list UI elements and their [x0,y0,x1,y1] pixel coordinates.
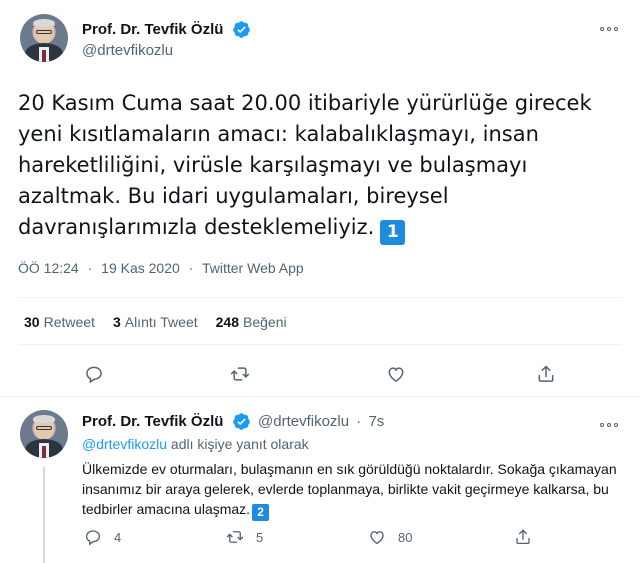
reply-button[interactable] [84,364,104,384]
reply-author-handle[interactable]: @drtevfikozlu · 7s [258,413,384,430]
divider [18,344,622,345]
share-icon [516,529,530,545]
reply-retweet-button[interactable]: 5 [226,528,263,546]
quote-label: Alıntı Tweet [124,314,198,330]
verified-badge-icon [233,413,250,430]
reply-author-avatar[interactable] [20,410,68,458]
reply-reply-button[interactable]: 4 [84,528,121,546]
reply-icon [85,530,101,546]
like-button[interactable] [386,364,406,384]
tweet-time[interactable]: ÖÖ 12:24 [18,260,79,276]
reply-tweet-text: Ülkemizde ev oturmaları, bulaşmanın en s… [82,459,622,521]
author-handle[interactable]: @drtevfikozlu [82,42,173,59]
reply-icon [86,366,102,384]
meta-separator: · [188,260,194,276]
reply-retweet-count: 5 [256,529,264,545]
reply-like-count: 80 [398,529,413,545]
reply-count: 4 [114,529,122,545]
reply-like-button[interactable]: 80 [368,528,412,546]
tweet-body: 20 Kasım Cuma saat 20.00 itibariyle yürü… [18,91,592,239]
share-button[interactable] [536,364,556,384]
more-icon[interactable] [598,22,620,36]
reply-separator: · [356,413,362,430]
retweet-icon [226,531,244,543]
reply-age[interactable]: 7s [368,413,384,430]
retweet-stat[interactable]: 30 Retweet [24,314,95,330]
share-icon [538,365,554,382]
reply-author-name[interactable]: Prof. Dr. Tevfik Özlü [82,413,223,430]
like-stat[interactable]: 248 Beğeni [216,314,287,330]
keycap-number-badge: 2 [252,504,270,521]
verified-badge-icon [233,21,250,38]
divider [18,297,622,298]
divider [0,396,640,397]
author-name[interactable]: Prof. Dr. Tevfik Özlü [82,21,223,38]
keycap-number-badge: 1 [380,220,406,245]
quote-stat[interactable]: 3 Alıntı Tweet [113,314,198,330]
like-icon [388,367,404,382]
replying-to: @drtevfikozlu adlı kişiye yanıt olarak [82,436,309,452]
reply-handle-text: @drtevfikozlu [258,413,350,430]
reply-share-button[interactable] [514,528,532,546]
tweet-meta: ÖÖ 12:24 · 19 Kas 2020 · Twitter Web App [18,260,304,276]
quote-count: 3 [112,314,121,330]
retweet-label: Retweet [43,314,95,330]
like-label: Beğeni [243,314,287,330]
meta-separator: · [87,260,93,276]
author-avatar[interactable] [20,14,68,62]
like-icon [370,531,384,545]
tweet-source[interactable]: Twitter Web App [202,260,304,276]
replying-to-mention[interactable]: @drtevfikozlu [82,436,167,452]
tweet-date[interactable]: 19 Kas 2020 [101,260,180,276]
tweet-text: 20 Kasım Cuma saat 20.00 itibariyle yürü… [18,88,598,245]
retweet-count: 30 [24,314,40,330]
like-count: 248 [215,314,239,330]
thread-connector-line [43,467,45,563]
replying-to-suffix: adlı kişiye yanıt olarak [170,436,309,452]
reply-body: Ülkemizde ev oturmaları, bulaşmanın en s… [82,461,617,517]
retweet-button[interactable] [230,364,250,384]
tweet-stats: 30 Retweet 3 Alıntı Tweet 248 Beğeni [24,314,287,330]
reply-more-icon[interactable] [598,418,620,432]
retweet-icon [230,367,250,381]
